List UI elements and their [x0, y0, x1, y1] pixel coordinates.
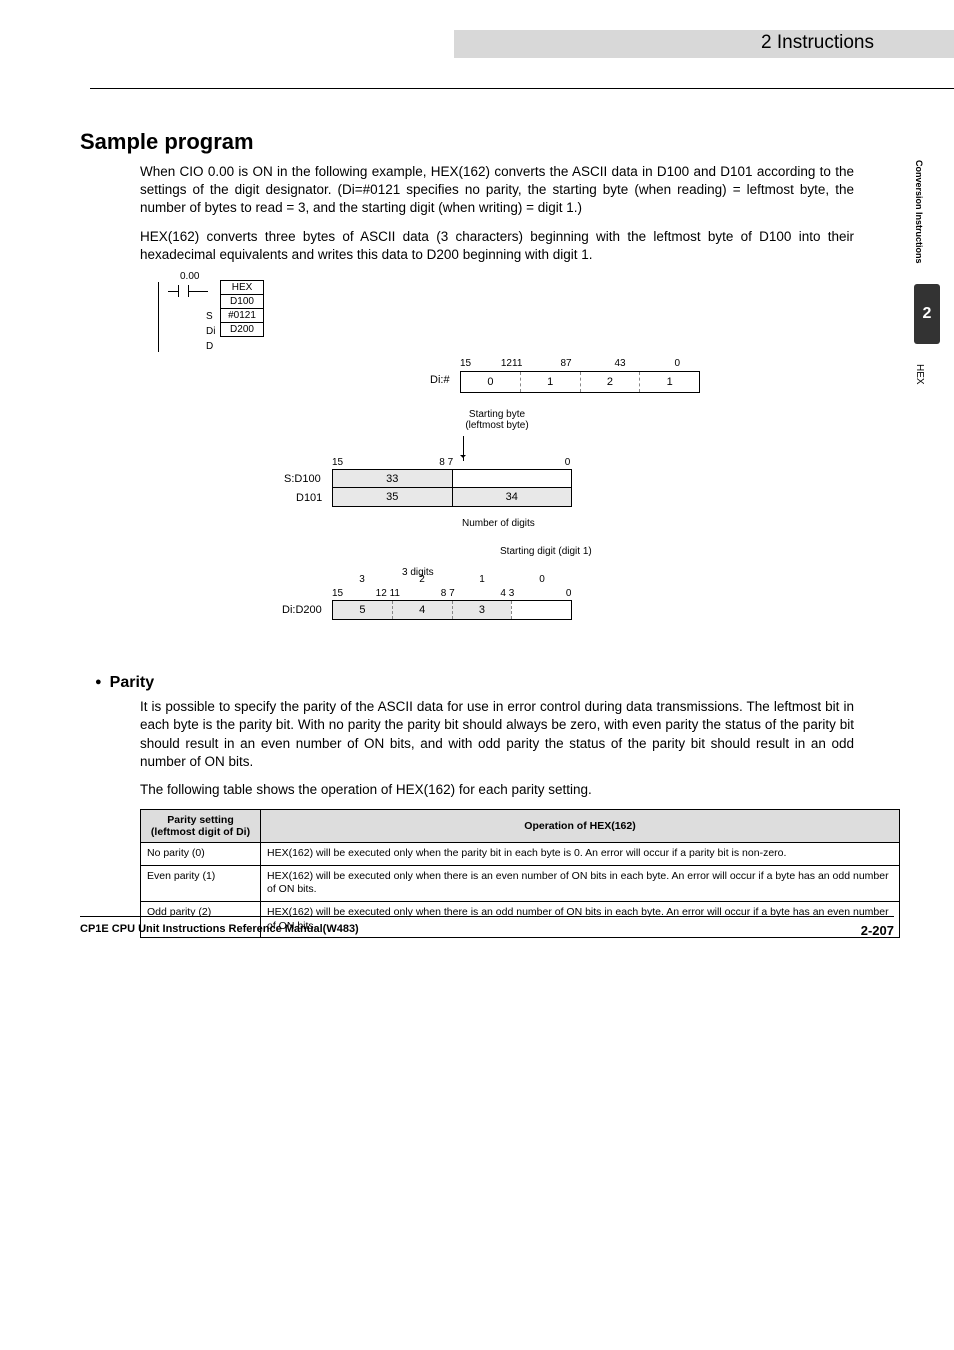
parity-heading: Parity: [95, 674, 854, 692]
dest-box: 5 4 3: [332, 600, 572, 620]
paragraph-1: When CIO 0.00 is ON in the following exa…: [140, 163, 854, 218]
dest-digit-numbers: 3 2 1 0: [332, 574, 572, 585]
footer-manual-title: CP1E CPU Unit Instructions Reference Man…: [80, 923, 359, 935]
header-section: 2 Instructions: [761, 32, 874, 54]
dest-label: Di:D200: [282, 604, 322, 616]
source-label-1: S:D100: [284, 473, 321, 485]
header-accent: [454, 30, 954, 58]
starting-byte-label: Starting byte (leftmost byte): [452, 409, 542, 431]
ladder-contact-label: 0.00: [180, 271, 199, 282]
footer-rule: [80, 916, 894, 917]
parity-para-2: The following table shows the operation …: [140, 781, 854, 799]
parity-para-1: It is possible to specify the parity of …: [140, 698, 854, 771]
di-bit-labels: 15 12 11 8 7 4 3 0: [460, 358, 700, 369]
ladder-contact: [168, 285, 198, 297]
side-chapter-number: 2: [914, 284, 940, 344]
side-label-bottom: HEX: [914, 364, 925, 385]
di-label: Di:#: [430, 374, 450, 386]
instruction-box: HEX D100 #0121 D200: [220, 280, 264, 337]
side-label-top: Conversion Instructions: [914, 160, 924, 264]
source-row-1: 33: [332, 469, 572, 488]
di-box: 0 1 2 1: [460, 371, 700, 393]
page-footer: CP1E CPU Unit Instructions Reference Man…: [80, 916, 894, 938]
diagram: 0.00 S Di D HEX D100 #0121 D200 15 1: [140, 274, 854, 674]
table-header-setting: Parity setting (leftmost digit of Di): [141, 810, 261, 843]
section-title: Sample program: [80, 129, 854, 155]
table-header-operation: Operation of HEX(162): [261, 810, 900, 843]
source-bit-labels: 15 8 7 0: [332, 457, 572, 468]
source-label-2: D101: [296, 492, 322, 504]
table-row: Even parity (1) HEX(162) will be execute…: [141, 865, 900, 901]
content-area: Sample program When CIO 0.00 is ON in th…: [80, 129, 854, 938]
header-rule: [90, 88, 954, 89]
table-row: No parity (0) HEX(162) will be executed …: [141, 843, 900, 866]
source-row-2: 35 34: [332, 488, 572, 507]
page-header: 2 Instructions: [0, 30, 954, 58]
ladder-param-labels: S Di D: [206, 294, 215, 354]
side-tabs: Conversion Instructions 2 HEX: [914, 160, 944, 384]
dest-bit-labels: 15 12 11 8 7 4 3 0: [332, 588, 572, 599]
starting-digit-label: Starting digit (digit 1): [500, 546, 592, 557]
footer-page-number: 2-207: [861, 923, 894, 938]
paragraph-2: HEX(162) converts three bytes of ASCII d…: [140, 228, 854, 264]
number-of-digits-label: Number of digits: [462, 518, 535, 529]
